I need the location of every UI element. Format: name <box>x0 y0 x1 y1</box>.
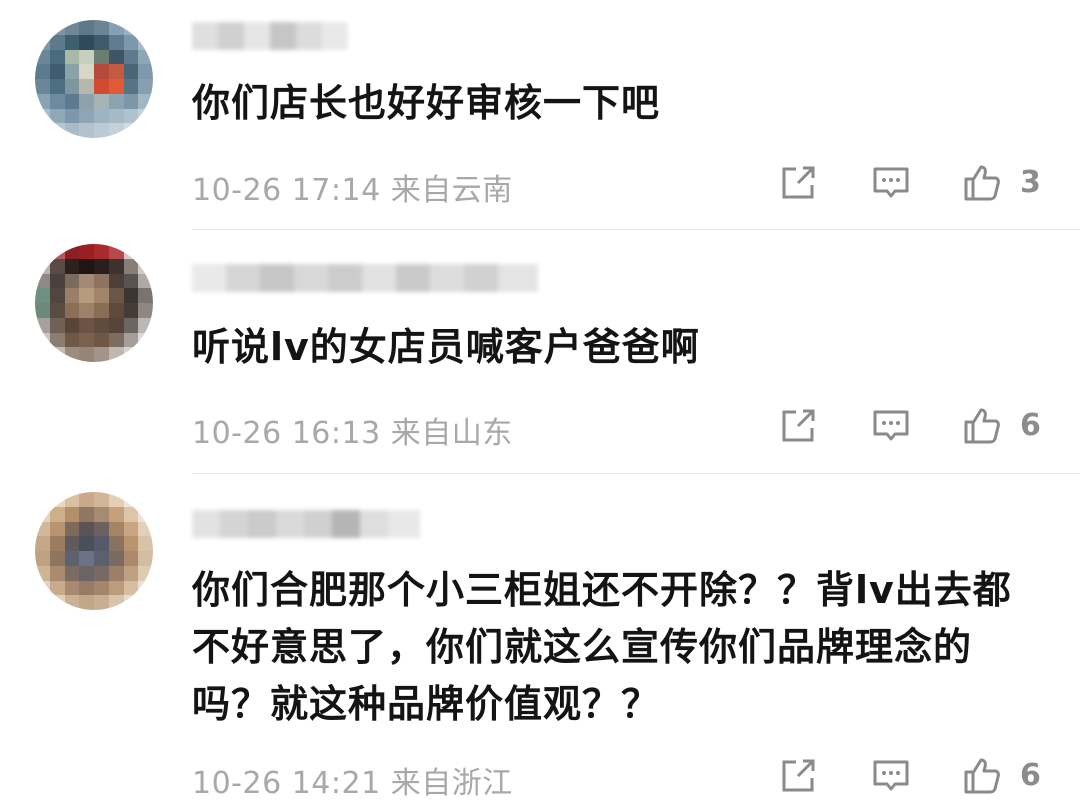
comment-text: 听说lv的女店员喊客户爸爸啊 <box>192 325 700 369</box>
avatar[interactable] <box>35 244 153 362</box>
comment-time: 10-26 16:13 <box>192 416 381 451</box>
thumbs-up-icon[interactable] <box>962 406 1002 446</box>
comment-meta: 10-26 16:13 来自山东 <box>192 408 513 452</box>
comment-location: 来自山东 <box>390 416 513 451</box>
comment-item: 你们合肥那个小三柜姐还不开除？？背lv出去都不好意思了，你们就这么宣传你们品牌理… <box>0 474 1080 808</box>
share-icon[interactable] <box>778 163 818 203</box>
comment-text: 你们合肥那个小三柜姐还不开除？？背lv出去都不好意思了，你们就这么宣传你们品牌理… <box>192 568 1012 726</box>
comment-meta: 10-26 17:14 来自云南 <box>192 165 513 209</box>
comment-icon[interactable] <box>871 406 911 446</box>
comment-meta: 10-26 14:21 来自浙江 <box>192 758 513 802</box>
username[interactable] <box>192 510 420 538</box>
share-icon[interactable] <box>778 406 818 446</box>
like-count: 6 <box>1020 758 1041 793</box>
thumbs-up-icon[interactable] <box>962 756 1002 796</box>
username[interactable] <box>192 264 538 292</box>
share-icon[interactable] <box>778 756 818 796</box>
comment-item: 你们店长也好好审核一下吧 10-26 17:14 来自云南 3 <box>0 0 1080 230</box>
like-count: 3 <box>1020 165 1041 200</box>
username[interactable] <box>192 22 348 50</box>
comment-text: 你们店长也好好审核一下吧 <box>192 81 661 125</box>
comment-icon[interactable] <box>871 756 911 796</box>
like-count: 6 <box>1020 408 1041 443</box>
thumbs-up-icon[interactable] <box>962 163 1002 203</box>
comment-icon[interactable] <box>871 163 911 203</box>
avatar[interactable] <box>35 20 153 138</box>
comment-location: 来自云南 <box>390 173 513 208</box>
avatar[interactable] <box>35 492 153 610</box>
comment-item: 听说lv的女店员喊客户爸爸啊 10-26 16:13 来自山东 6 <box>0 230 1080 474</box>
comment-time: 10-26 14:21 <box>192 766 381 801</box>
comment-location: 来自浙江 <box>390 766 513 801</box>
comment-time: 10-26 17:14 <box>192 173 381 208</box>
